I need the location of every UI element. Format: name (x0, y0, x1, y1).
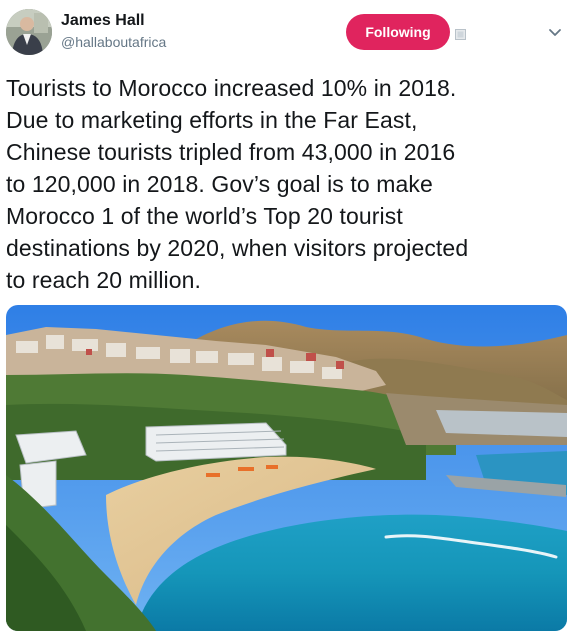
tweet-card: James Hall @hallaboutafrica Following To… (0, 0, 575, 638)
notification-icon[interactable] (455, 27, 466, 40)
tweet-photo[interactable] (6, 305, 567, 631)
tweet-menu-button[interactable] (546, 24, 564, 42)
user-handle[interactable]: @hallaboutafrica (61, 34, 166, 50)
user-display-name[interactable]: James Hall (61, 12, 145, 30)
following-button[interactable]: Following (346, 14, 450, 50)
chevron-down-icon (549, 29, 561, 36)
tweet-text: Tourists to Morocco increased 10% in 201… (6, 75, 469, 293)
avatar[interactable] (6, 9, 52, 55)
